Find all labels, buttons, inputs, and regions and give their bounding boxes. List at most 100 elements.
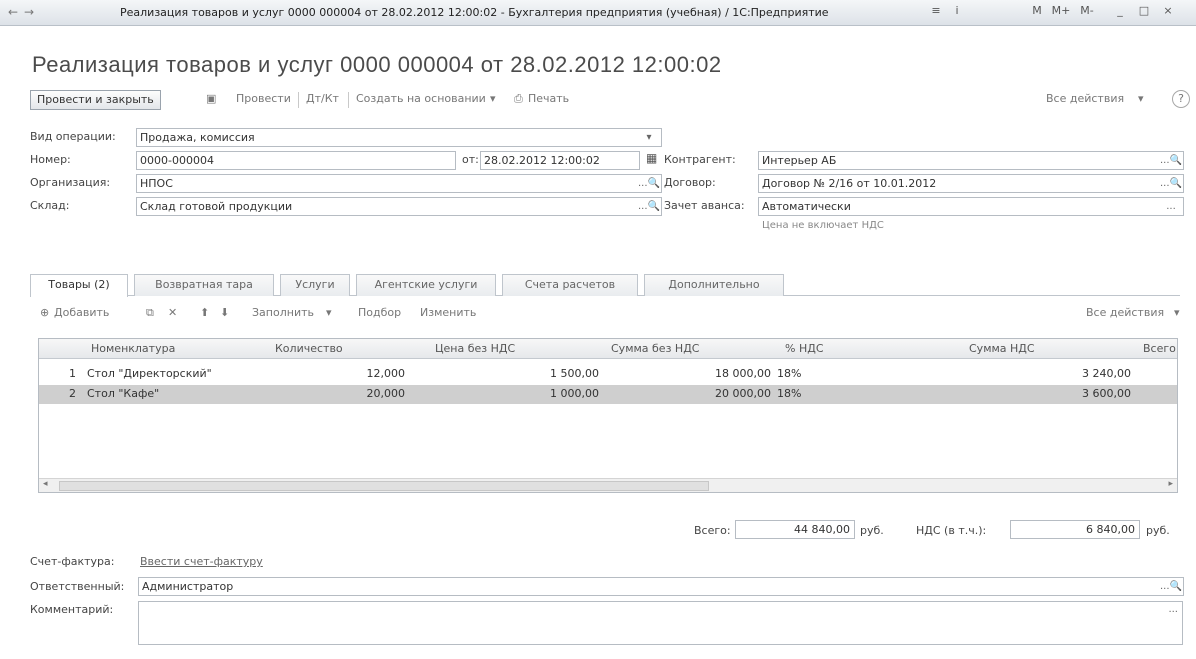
scroll-thumb[interactable] [59, 481, 709, 491]
total-field: 44 840,00 [735, 520, 855, 539]
change-button[interactable]: Изменить [420, 306, 476, 319]
organization-value: НПОС [140, 177, 173, 190]
operation-label: Вид операции: [30, 130, 116, 143]
date-value: 28.02.2012 12:00:02 [484, 154, 600, 167]
comment-label: Комментарий: [30, 603, 114, 616]
tab-services[interactable]: Услуги [280, 274, 350, 296]
minimize-button[interactable]: _ [1112, 4, 1128, 20]
col-header-qty[interactable]: Количество [275, 342, 343, 355]
settlement-field[interactable]: Автоматически ... [758, 197, 1184, 216]
col-header-total[interactable]: Всего [1143, 342, 1176, 355]
close-button[interactable]: × [1160, 4, 1176, 20]
warehouse-field[interactable]: Склад готовой продукции ...🔍 [136, 197, 662, 216]
responsible-field[interactable]: Администратор ...🔍 [138, 577, 1184, 596]
warehouse-label: Склад: [30, 199, 70, 212]
tab-returnable-packaging[interactable]: Возвратная тара [134, 274, 274, 296]
number-field[interactable]: 0000-000004 [136, 151, 456, 170]
all-actions-button[interactable]: Все действия [1046, 92, 1124, 105]
cell-item: Стол "Директорский" [87, 367, 212, 380]
cell-price: 1 500,00 [550, 367, 599, 380]
vat-currency: руб. [1146, 524, 1170, 537]
select-icon[interactable]: ...🔍 [1159, 175, 1183, 192]
counterparty-label: Контрагент: [664, 153, 736, 166]
create-based-on-button[interactable]: Создать на основании [356, 92, 486, 105]
maximize-button[interactable]: □ [1136, 4, 1152, 20]
dropdown-arrow-icon[interactable]: ▾ [326, 306, 332, 319]
select-icon[interactable]: ...🔍 [1159, 578, 1183, 595]
post-and-close-button[interactable]: Провести и закрыть [30, 90, 161, 110]
tab-goods[interactable]: Товары (2) [30, 274, 128, 297]
cell-item: Стол "Кафе" [87, 387, 160, 400]
memory-plus-button[interactable]: M+ [1050, 4, 1072, 20]
nav-back-button[interactable]: ← [8, 5, 18, 19]
operation-value: Продажа, комиссия [140, 131, 255, 144]
comment-field[interactable]: ... [138, 601, 1183, 645]
fill-button[interactable]: Заполнить [252, 306, 314, 319]
table-row[interactable]: 2 Стол "Кафе" 20,000 1 000,00 20 000,00 … [39, 385, 1177, 404]
help-icon[interactable]: ? [1172, 90, 1190, 108]
select-icon[interactable]: ...🔍 [637, 198, 661, 215]
col-header-item[interactable]: Номенклатура [91, 342, 175, 355]
dropdown-icon[interactable]: ▾ [637, 129, 661, 146]
memory-m-button[interactable]: M [1030, 4, 1044, 20]
operation-field[interactable]: Продажа, комиссия ▾ [136, 128, 662, 147]
add-button[interactable]: Добавить [54, 306, 109, 319]
prices-note[interactable]: Цена не включает НДС [762, 220, 884, 231]
save-icon[interactable]: ▣ [206, 92, 216, 105]
move-up-icon[interactable]: ⬆ [200, 306, 209, 319]
scroll-left-icon[interactable]: ◂ [43, 479, 48, 489]
print-button[interactable]: Печать [528, 92, 569, 105]
invoice-label: Счет-фактура: [30, 555, 115, 568]
counterparty-field[interactable]: Интерьер АБ ...🔍 [758, 151, 1184, 170]
horizontal-scrollbar[interactable]: ◂ ▸ [39, 478, 1177, 492]
cell-sum: 18 000,00 [715, 367, 771, 380]
table-all-actions-button[interactable]: Все действия [1086, 306, 1164, 319]
cell-vat-rate: 18% [777, 367, 802, 380]
select-icon[interactable]: ...🔍 [637, 175, 661, 192]
delete-icon[interactable]: ✕ [168, 306, 177, 319]
col-header-vat[interactable]: Сумма НДС [969, 342, 1035, 355]
contract-field[interactable]: Договор № 2/16 от 10.01.2012 ...🔍 [758, 174, 1184, 193]
tab-additional[interactable]: Дополнительно [644, 274, 784, 296]
cell-sum: 20 000,00 [715, 387, 771, 400]
tabs-bar: Товары (2) Возвратная тара Услуги Агентс… [30, 274, 1180, 297]
number-value: 0000-000004 [140, 154, 214, 167]
pick-button[interactable]: Подбор [358, 306, 401, 319]
nav-forward-button[interactable]: → [24, 5, 34, 19]
vat-total-value: 6 840,00 [1086, 523, 1135, 536]
dt-kt-button[interactable]: Дт/Кт [306, 92, 339, 105]
dropdown-arrow-icon[interactable]: ▾ [1174, 306, 1180, 319]
total-label: Всего: [694, 524, 731, 537]
info-icon[interactable]: i [950, 4, 964, 20]
post-button[interactable]: Провести [236, 92, 291, 105]
select-icon[interactable]: ...🔍 [1159, 152, 1183, 169]
col-header-price[interactable]: Цена без НДС [435, 342, 515, 355]
table-row[interactable]: 1 Стол "Директорский" 12,000 1 500,00 18… [39, 365, 1177, 384]
more-icon[interactable]: ... [1168, 604, 1178, 615]
tab-agent-services[interactable]: Агентские услуги [356, 274, 496, 296]
print-icon[interactable]: ⎙ [514, 92, 523, 106]
dropdown-arrow-icon[interactable]: ▾ [1138, 92, 1144, 105]
invoice-link[interactable]: Ввести счет-фактуру [140, 555, 263, 568]
calendar-icon[interactable]: ▦ [646, 151, 657, 165]
cell-vat: 3 600,00 [1082, 387, 1131, 400]
dropdown-arrow-icon[interactable]: ▾ [490, 92, 496, 105]
add-icon[interactable]: ⊕ [40, 306, 49, 319]
organization-field[interactable]: НПОС ...🔍 [136, 174, 662, 193]
tab-settlement-accounts[interactable]: Счета расчетов [502, 274, 638, 296]
total-currency: руб. [860, 524, 884, 537]
col-header-vat-rate[interactable]: % НДС [785, 342, 824, 355]
vat-total-label: НДС (в т.ч.): [916, 524, 987, 537]
responsible-value: Администратор [142, 580, 234, 593]
scroll-right-icon[interactable]: ▸ [1168, 479, 1173, 489]
row-number: 1 [69, 367, 76, 380]
move-down-icon[interactable]: ⬇ [220, 306, 229, 319]
date-field[interactable]: 28.02.2012 12:00:02 [480, 151, 640, 170]
col-header-sum[interactable]: Сумма без НДС [611, 342, 699, 355]
responsible-label: Ответственный: [30, 580, 125, 593]
window-menu-icon[interactable]: ≡ [928, 4, 944, 20]
copy-icon[interactable]: ⧉ [146, 306, 154, 320]
select-icon[interactable]: ... [1159, 198, 1183, 215]
window-titlebar: ← → Реализация товаров и услуг 0000 0000… [0, 0, 1196, 26]
memory-minus-button[interactable]: M- [1076, 4, 1098, 20]
